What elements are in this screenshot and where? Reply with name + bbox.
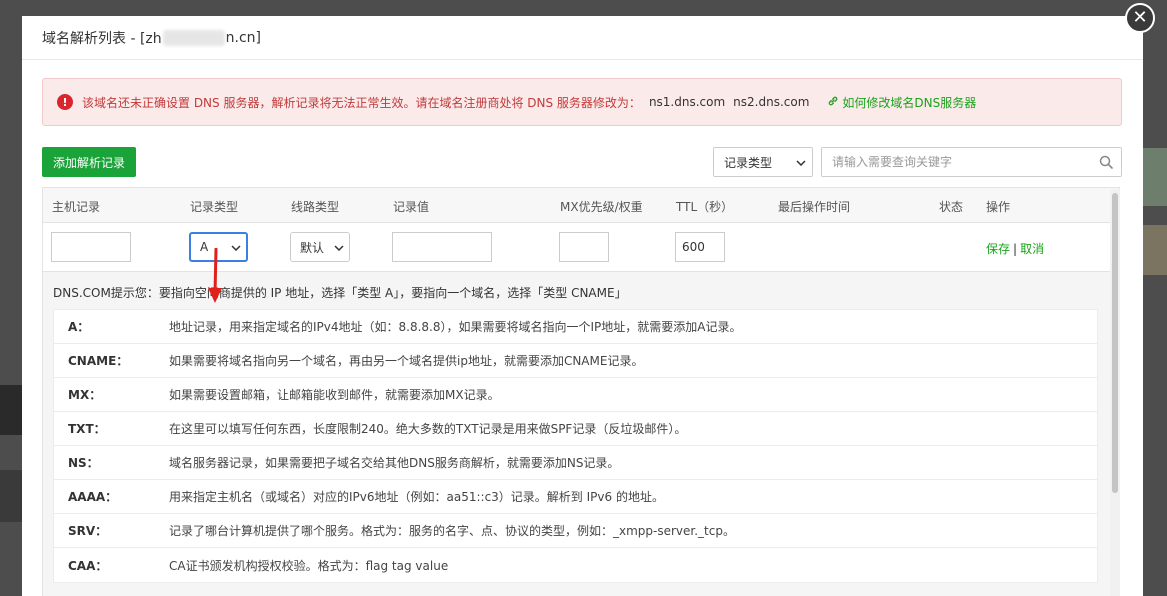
tip-key: MX： [68, 388, 102, 402]
dns-warning-alert: ! 该域名还未正确设置 DNS 服务器，解析记录将无法正常生效。请在域名注册商处… [42, 78, 1122, 126]
line-type-select[interactable]: 默认 [290, 232, 350, 262]
record-type-filter-value: 记录类型 [724, 155, 773, 170]
list-item: CAA： CA证书颁发机构授权校验。格式为：flag tag value [54, 548, 1097, 582]
ns1-value: ns1.dns.com [648, 95, 726, 109]
modal-title-prefix: 域名解析列表 - [zh [42, 30, 162, 47]
tip-desc: 如果需要设置邮箱，让邮箱能收到邮件，就需要添加MX记录。 [169, 388, 500, 402]
alert-message: 该域名还未正确设置 DNS 服务器，解析记录将无法正常生效。请在域名注册商处将 … [82, 95, 641, 110]
table-header: 主机记录 记录类型 线路类型 记录值 MX优先级/权重 TTL（秒） 最后操作时… [43, 188, 1119, 223]
tips-title: DNS.COM提示您：要指向空间商提供的 IP 地址，选择「类型 A」，要指向一… [53, 286, 627, 300]
list-item: A： 地址记录，用来指定域名的IPv4地址（如：8.8.8.8），如果需要将域名指… [54, 310, 1097, 344]
chevron-down-icon [231, 240, 241, 254]
modal-title-suffix: n.cn] [225, 29, 261, 46]
line-type-value: 默认 [300, 240, 325, 255]
col-host: 主机记录 [52, 200, 101, 214]
action-separator: | [1013, 242, 1018, 256]
chevron-down-icon [796, 155, 806, 169]
add-record-button[interactable]: 添加解析记录 [42, 147, 136, 177]
tip-desc: 地址记录，用来指定域名的IPv4地址（如：8.8.8.8），如果需要将域名指向一… [169, 320, 742, 334]
records-table: 主机记录 记录类型 线路类型 记录值 MX优先级/权重 TTL（秒） 最后操作时… [42, 187, 1120, 596]
row-actions: 保存 | 取消 [986, 240, 1044, 257]
tip-key: A： [68, 320, 90, 334]
tip-desc: 记录了哪台计算机提供了哪个服务。格式为：服务的名字、点、协议的类型，例如：_xm… [169, 524, 735, 538]
link-label: 如何修改域名DNS服务器 [842, 95, 977, 110]
record-type-filter-select[interactable]: 记录类型 [713, 147, 813, 177]
table-scrollbar[interactable] [1110, 189, 1120, 596]
tip-key: TXT： [68, 422, 106, 436]
red-arrow-annotation [208, 248, 222, 303]
col-value: 记录值 [393, 200, 430, 214]
link-icon [827, 95, 839, 110]
dns-records-modal: 域名解析列表 - [zh n.cn] ! 该域名还未正确设置 DNS 服务器，解… [22, 16, 1143, 596]
ns2-value: ns2.dns.com [733, 95, 810, 109]
cancel-link[interactable]: 取消 [1020, 242, 1044, 256]
record-value-input[interactable] [392, 232, 492, 262]
col-type: 记录类型 [190, 200, 239, 214]
error-icon: ! [57, 94, 73, 110]
record-type-tips: DNS.COM提示您：要指向空间商提供的 IP 地址，选择「类型 A」，要指向一… [43, 272, 1119, 596]
close-icon[interactable]: ✕ [1125, 3, 1155, 33]
tip-key: SRV： [68, 524, 108, 538]
modal-header: 域名解析列表 - [zh n.cn] [22, 16, 1143, 60]
list-item: NS： 域名服务器记录，如果需要把子域名交给其他DNS服务商解析，就需要添加NS记… [54, 446, 1097, 480]
scrollbar-thumb[interactable] [1112, 193, 1118, 493]
backdrop-panel [0, 470, 22, 522]
backdrop-panel [0, 385, 22, 435]
tip-desc: 如果需要将域名指向另一个域名，再由另一个域名提供ip地址，就需要添加CNAME记… [169, 354, 644, 368]
tip-key: NS： [68, 456, 99, 470]
col-mx: MX优先级/权重 [560, 200, 643, 214]
tip-key: CNAME： [68, 354, 129, 368]
mx-priority-input[interactable] [559, 232, 609, 262]
col-status: 状态 [939, 200, 964, 214]
tip-key: CAA： [68, 558, 108, 573]
tip-desc: CA证书颁发机构授权校验。格式为：flag tag value [169, 558, 449, 573]
host-input[interactable] [51, 232, 131, 262]
search-input[interactable] [822, 148, 1091, 176]
list-item: CNAME： 如果需要将域名指向另一个域名，再由另一个域名提供ip地址，就需要添加… [54, 344, 1097, 378]
search-box [821, 147, 1122, 177]
col-ttl: TTL（秒） [676, 200, 734, 214]
list-item: AAAA： 用来指定主机名（或域名）对应的IPv6地址（例如：aa51::c3）记… [54, 480, 1097, 514]
tip-desc: 用来指定主机名（或域名）对应的IPv6地址（例如：aa51::c3）记录。解析到… [169, 490, 664, 504]
how-to-modify-dns-link[interactable]: 如何修改域名DNS服务器 [827, 94, 976, 111]
col-ops: 操作 [986, 200, 1011, 214]
backdrop-panel [1143, 148, 1167, 206]
save-link[interactable]: 保存 [986, 242, 1010, 256]
ttl-input[interactable]: 600 [675, 232, 725, 262]
tip-desc: 域名服务器记录，如果需要把子域名交给其他DNS服务商解析，就需要添加NS记录。 [169, 456, 620, 470]
tip-desc: 在这里可以填写任何东西，长度限制240。绝大多数的TXT记录是用来做SPF记录（… [169, 422, 687, 436]
tips-list: A： 地址记录，用来指定域名的IPv4地址（如：8.8.8.8），如果需要将域名指… [53, 309, 1098, 583]
chevron-down-icon [334, 240, 344, 254]
list-item: MX： 如果需要设置邮箱，让邮箱能收到邮件，就需要添加MX记录。 [54, 378, 1097, 412]
list-item: SRV： 记录了哪台计算机提供了哪个服务。格式为：服务的名字、点、协议的类型，例如… [54, 514, 1097, 548]
backdrop-panel [1143, 225, 1167, 275]
tip-key: AAAA： [68, 490, 118, 504]
col-last-op: 最后操作时间 [778, 200, 851, 214]
list-item: TXT： 在这里可以填写任何东西，长度限制240。绝大多数的TXT记录是用来做SP… [54, 412, 1097, 446]
search-icon[interactable] [1091, 155, 1121, 169]
redacted-domain [162, 29, 225, 46]
col-line: 线路类型 [291, 200, 340, 214]
